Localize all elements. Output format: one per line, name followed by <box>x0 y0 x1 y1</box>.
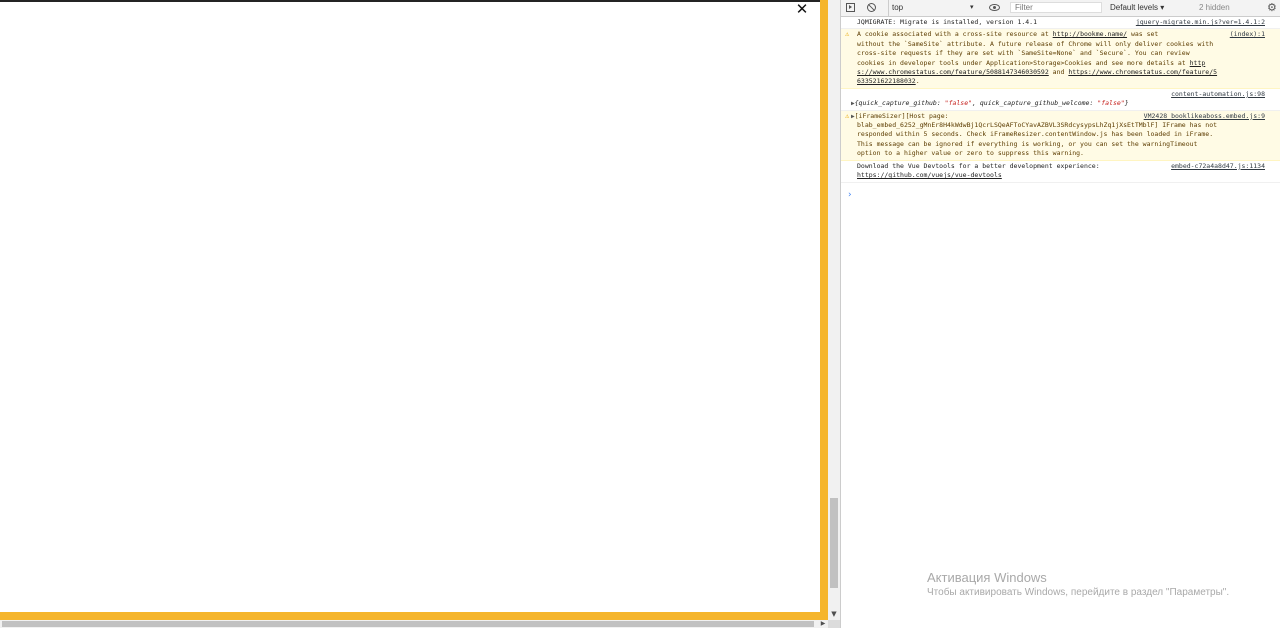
message-link[interactable]: https://www.chromestatus.com/feature/5 <box>1068 68 1217 76</box>
object-key: quick_capture_github_welcome <box>979 99 1090 108</box>
gear-icon[interactable]: ⚙ <box>1267 0 1277 16</box>
message-line: cookies in developer tools under Applica… <box>857 59 1265 68</box>
message-line: 633521622188032. <box>857 77 1265 86</box>
object-value: "false" <box>944 99 973 108</box>
message-text: blab_embed_6252_gMnEr8H4kWdwBj1QcrLSQeAF… <box>857 121 1218 130</box>
eye-icon[interactable] <box>989 4 1000 11</box>
devtools-console-panel: top ▾ Default levels ▾ 2 hidden ⚙ JQMIGR… <box>840 0 1280 628</box>
message-text: cross-site requests if they are set with… <box>857 49 1190 58</box>
message-line: https://github.com/vuejs/vue-devtools <box>857 171 1265 180</box>
message-text: responded within 5 seconds. Check iFrame… <box>857 130 1214 139</box>
console-toolbar: top ▾ Default levels ▾ 2 hidden ⚙ <box>841 0 1280 17</box>
message-link[interactable]: https://github.com/vuejs/vue-devtools <box>857 171 1002 179</box>
hidden-count-label: 2 hidden <box>1199 3 1230 12</box>
horizontal-scrollbar-thumb[interactable] <box>2 621 814 627</box>
console-message-log: Download the Vue Devtools for a better d… <box>841 161 1280 183</box>
message-text: was set <box>1127 30 1159 39</box>
message-link[interactable]: s://www.chromestatus.com/feature/5088147… <box>857 68 1049 76</box>
message-text: [iFrameSizer][Host page: <box>854 111 949 120</box>
object-value: "false" <box>1097 99 1125 108</box>
message-link[interactable]: http <box>1190 59 1206 67</box>
message-link[interactable]: http://bookme.name/ <box>1053 30 1127 38</box>
console-message-warning: A cookie associated with a cross-site re… <box>841 29 1280 89</box>
horizontal-scrollbar[interactable] <box>0 620 828 628</box>
console-messages: JQMIGRATE: Migrate is installed, version… <box>841 17 1280 183</box>
message-line: A cookie associated with a cross-site re… <box>857 30 1265 39</box>
message-line: s://www.chromestatus.com/feature/5088147… <box>857 68 1265 77</box>
message-link[interactable]: 633521622188032 <box>857 77 916 85</box>
message-text: without the `SameSite` attribute. A futu… <box>857 39 1214 48</box>
source-link[interactable]: jquery-migrate.min.js?ver=1.4.1:2 <box>1136 18 1265 27</box>
message-text: This message can be ignored if everythin… <box>857 139 1198 148</box>
filter-input[interactable] <box>1010 2 1102 13</box>
message-text: option to a higher value or zero to supp… <box>857 149 1084 158</box>
sidebar-toggle-icon[interactable] <box>846 3 855 12</box>
clear-console-icon[interactable] <box>867 3 876 12</box>
scroll-down-arrow-icon[interactable]: ▼ <box>828 608 840 620</box>
message-text: cookies in developer tools under Applica… <box>857 58 1190 67</box>
accent-frame-bottom <box>0 612 828 620</box>
vertical-scrollbar[interactable] <box>828 0 840 620</box>
scroll-right-arrow-icon[interactable]: ▶ <box>818 620 828 628</box>
scrollbar-corner <box>828 620 840 628</box>
console-message-warning[interactable]: ▶[iFrameSizer][Host page: blab_embed_625… <box>841 110 1280 161</box>
source-link[interactable]: content-automation.js:98 <box>1171 90 1265 99</box>
object-key: quick_capture_github <box>858 99 937 108</box>
source-link[interactable]: (index):1 <box>1230 30 1265 39</box>
context-select[interactable]: top <box>888 0 982 16</box>
chevron-down-icon[interactable]: ▾ <box>970 0 974 16</box>
console-message-log: JQMIGRATE: Migrate is installed, version… <box>841 17 1280 30</box>
message-text: . <box>915 77 920 86</box>
windows-activation-watermark: Активация Windows Чтобы активировать Win… <box>927 570 1229 600</box>
close-icon[interactable]: ✕ <box>795 1 809 17</box>
source-link[interactable]: VM2428 booklikeaboss.embed.js:9 <box>1144 112 1265 121</box>
watermark-title: Активация Windows <box>927 570 1047 585</box>
console-message-object[interactable]: ▶{quick_capture_github: "false", quick_c… <box>841 89 1280 111</box>
source-link[interactable]: embed-c72a4a8d47.js:1134 <box>1171 162 1265 171</box>
accent-frame-right <box>820 0 828 620</box>
message-text: A cookie associated with a cross-site re… <box>857 30 1053 39</box>
page-viewport <box>0 0 822 628</box>
object-preview[interactable]: ▶{quick_capture_github: "false", quick_c… <box>851 99 1265 108</box>
console-prompt[interactable]: › <box>848 190 852 200</box>
message-text: and <box>1048 68 1069 77</box>
vertical-scrollbar-thumb[interactable] <box>830 498 838 588</box>
top-border <box>0 0 822 2</box>
log-levels-dropdown[interactable]: Default levels ▾ <box>1110 0 1180 16</box>
watermark-subtitle: Чтобы активировать Windows, перейдите в … <box>927 587 1230 598</box>
